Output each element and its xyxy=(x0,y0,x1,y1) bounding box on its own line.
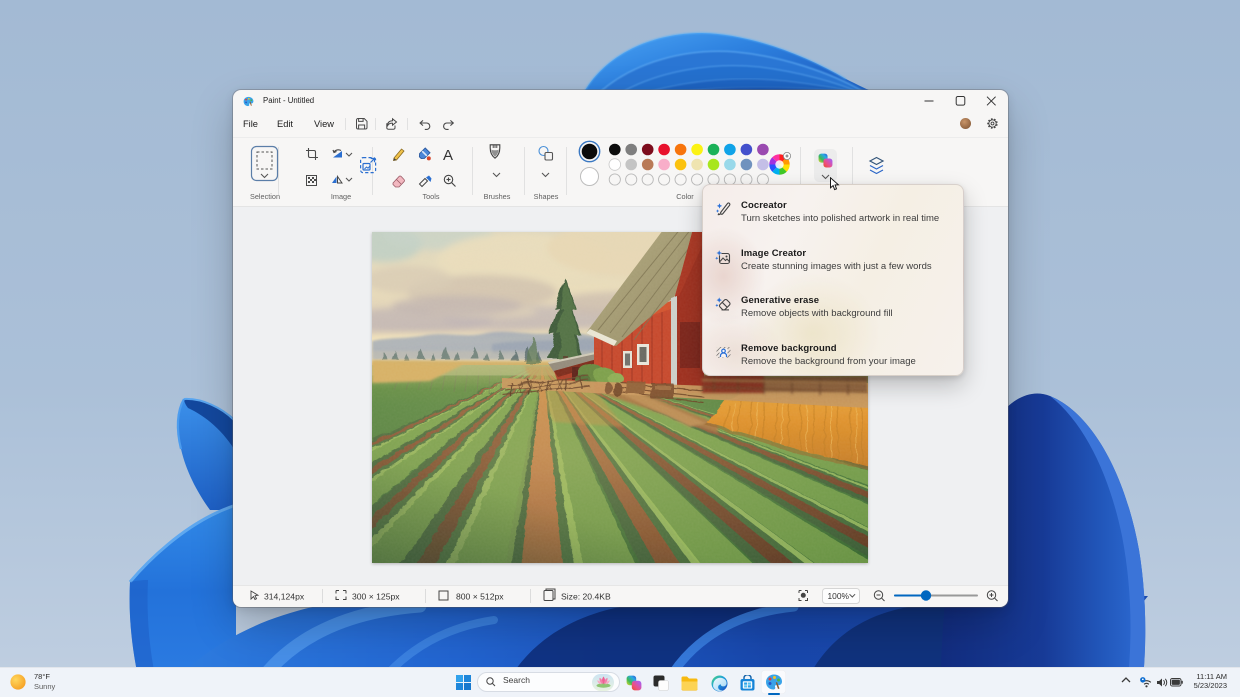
svg-text:Size: 20.4KB: Size: 20.4KB xyxy=(561,592,611,602)
svg-text:800 × 512px: 800 × 512px xyxy=(456,592,504,602)
svg-text:300 × 125px: 300 × 125px xyxy=(352,592,400,602)
svg-text:314,124px: 314,124px xyxy=(264,592,305,602)
svg-text:100%: 100% xyxy=(828,591,850,601)
